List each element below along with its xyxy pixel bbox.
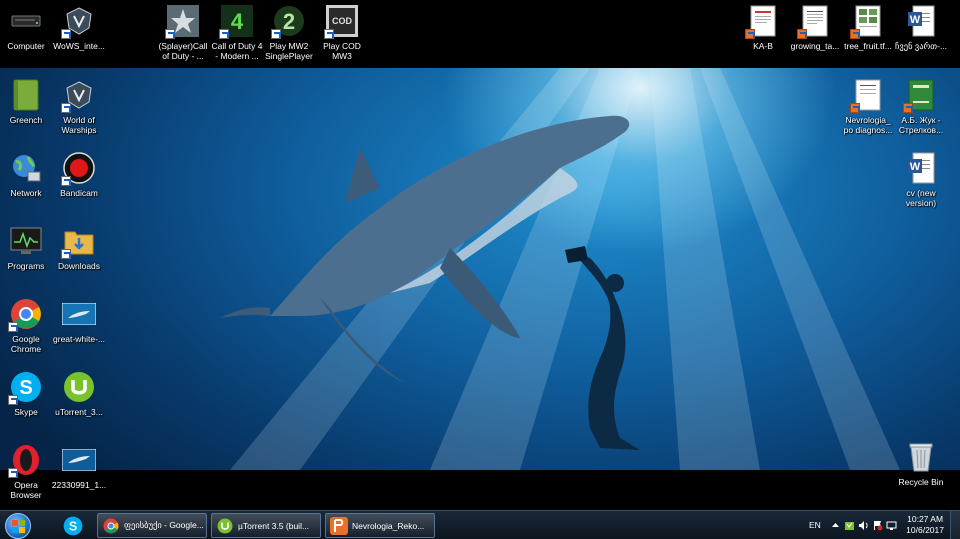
desktop-icon-great-white[interactable]: great-white-... [44,297,114,344]
clock-time: 10:27 AM [907,514,944,524]
show-desktop-button[interactable] [950,511,960,539]
document-icon [850,78,885,113]
taskbar-button-label: µTorrent 3.5 (buil... [238,520,310,531]
pdf-icon [330,516,348,535]
chrome-icon [8,297,43,332]
document-icon [850,4,885,39]
clock[interactable]: 10:27 AM 10/6/2017 [906,514,944,536]
document-icon [745,4,780,39]
svg-text:W: W [910,161,921,173]
desktop-icon-label: uTorrent_3... [55,407,103,417]
monitor-icon [9,224,43,258]
desktop-icon-label: Greench [9,115,43,125]
desktop-icon-label: Google Chrome [10,334,42,354]
svg-text:COD: COD [332,16,353,26]
bandicam-icon [61,151,96,186]
desktop-icon-label: Opera Browser [10,480,42,500]
document-icon [797,4,832,39]
taskbar-button-label: Nevrologia_Reko... [352,520,425,531]
taskbar: S ფეისბუქი - Google... µTorrent 3.5 (bui… [0,510,960,539]
svg-text:S: S [19,377,32,399]
utorrent-icon [62,370,96,404]
mw3-icon: COD [324,4,359,39]
desktop: Computer WoWS_inte... (Splayer)Call of D… [0,0,960,510]
desktop-icon-downloads[interactable]: Downloads [44,224,114,271]
svg-text:W: W [910,14,921,26]
desktop-icon-label: Network [10,188,42,198]
recycle-bin-icon [904,440,938,474]
svg-text:4: 4 [231,9,244,34]
network-icon [9,151,43,185]
desktop-icon-label: tree_fruit.tf... [844,41,892,51]
desktop-icon-label: KA-B [753,41,773,51]
network-tray-icon[interactable] [886,520,897,531]
mw2-icon: 2 [271,4,306,39]
utorrent-icon [216,517,234,535]
opera-icon [8,443,43,478]
desktop-icon-utorrent[interactable]: uTorrent_3... [44,370,114,417]
desktop-icon-world-of-warships[interactable]: World of Warships [44,78,114,135]
desktop-icon-image-22330991[interactable]: 22330991_1... [44,443,114,490]
folder-icon [61,224,96,259]
word-icon: W [904,4,938,38]
skype-icon: S [8,370,43,405]
clock-date: 10/6/2017 [906,525,944,535]
svg-text:S: S [69,519,77,533]
image-icon [62,297,96,331]
desktop-icon-label: Play MW2 SinglePlayer [265,41,313,61]
desktop-icon-bandicam[interactable]: Bandicam [44,151,114,198]
desktop-icon-label: World of Warships [61,115,97,135]
desktop-icon-cv[interactable]: W cv (new version) [886,151,956,208]
desktop-icon-wows[interactable]: WoWS_inte... [44,4,114,51]
chrome-icon [102,517,120,535]
computer-icon [9,4,43,38]
taskbar-button-chrome[interactable]: ფეისბუქი - Google... [97,513,207,538]
desktop-icon-label: Skype [14,407,38,417]
taskbar-button-pdf[interactable]: Nevrologia_Reko... [325,513,435,538]
word-icon: W [904,151,938,185]
volume-icon[interactable] [858,520,869,531]
svg-text:2: 2 [283,9,295,34]
desktop-icon-georgian-doc[interactable]: W ჩვენ ვართ-... [886,4,956,51]
image-icon [62,443,96,477]
book-icon [903,78,938,113]
desktop-icon-label: Computer [7,41,45,51]
utorrent-tray-icon[interactable] [844,520,855,531]
desktop-icon-label: Downloads [57,261,101,271]
desktop-icon-recycle-bin[interactable]: Recycle Bin [886,440,956,487]
cod4-icon: 4 [219,4,254,39]
taskbar-button-label: ფეისბუქი - Google... [124,520,204,530]
desktop-icon-label: А.Б. Жук - Стрелков... [898,115,944,135]
windows-logo-icon [12,520,25,533]
desktop-icon-label: ჩვენ ვართ-... [894,41,948,51]
desktop-icon-zhuk-book[interactable]: А.Б. Жук - Стрелков... [886,78,956,135]
wallpaper-shark-diver [0,68,960,470]
skype-icon: S [63,516,83,536]
language-indicator[interactable]: EN [809,520,821,530]
desktop-icon-label: cv (new version) [905,188,937,208]
warships-icon [61,78,96,113]
taskbar-button-utorrent[interactable]: µTorrent 3.5 (buil... [211,513,321,538]
taskbar-pinned-skype[interactable]: S [56,513,90,539]
cod-icon [165,4,200,39]
desktop-icon-label: WoWS_inte... [53,41,105,51]
system-tray: EN 10:27 AM 10/6/2017 [785,511,960,539]
desktop-icon-label: Recycle Bin [898,477,944,487]
desktop-icon-label: great-white-... [53,334,105,344]
desktop-icon-label: Play COD MW3 [323,41,361,61]
wows-icon [61,4,96,39]
flag-alert-icon[interactable] [872,520,883,531]
desktop-icon-label: Bandicam [60,188,98,198]
start-button[interactable] [5,513,31,539]
desktop-icon-mw3[interactable]: COD Play COD MW3 [307,4,377,61]
desktop-icon-label: Programs [7,261,45,271]
notebook-icon [9,78,43,112]
desktop-icon-label: (Splayer)Call of Duty - ... [158,41,208,61]
show-hidden-icons-icon[interactable] [830,520,841,531]
desktop-icon-label: 22330991_1... [51,480,107,490]
